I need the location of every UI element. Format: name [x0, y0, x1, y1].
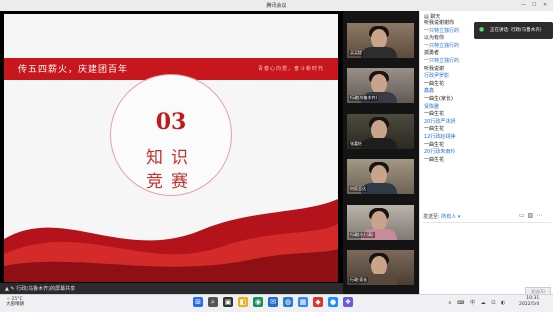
title-bar: 腾讯会议 — ☐ ✕ [0, 0, 553, 11]
chat-message: 贤陈雅 [424, 103, 440, 110]
banner-subtitle: 青春心向党，奋斗新时代 [258, 66, 325, 72]
chat-panel: ▤ 聊天 听我说谢谢你 一只特立独行的 以为有你 一只特立独行的 孤勇者 一只特… [419, 11, 553, 297]
chat-message: 以为有你 [424, 35, 445, 42]
participant-name: 行政(小) (高) [349, 232, 375, 238]
clock-date: 2022/5/4 [519, 302, 540, 307]
file-icon[interactable]: ▭ [519, 212, 528, 219]
send-to-dropdown[interactable]: 所有人 ▾ [441, 214, 460, 220]
banner-title: 传五四薪火，庆建团百年 [18, 65, 129, 75]
section-title-line1: 知识 [146, 148, 196, 168]
video-tile[interactable]: 张嘉怡 [347, 114, 414, 149]
taskbar-app-icon[interactable]: ◧ [238, 297, 248, 307]
taskbar: ☀ 25°C 大部晴朗 ⊞ ⌕ ▣ ◧ ◉ ✉ ◍ ▦ ◆ ● ❖ ∧ ⌨ 中 ☁ ⊡ ◐ 10:3… [0, 294, 553, 312]
video-tile[interactable]: 行政(乌鲁木齐) [347, 68, 414, 103]
send-to-label: 发送至: [423, 214, 440, 220]
close-button[interactable]: ✕ [543, 2, 547, 8]
video-tile[interactable]: 何家至达 [347, 159, 414, 194]
participant-video-panel[interactable]: 买买提 行政(乌鲁木齐) 张嘉怡 何家至达 行政(小) (高) 行政·家长 [343, 11, 419, 294]
chat-message: 12行政赵翊铮 [424, 133, 456, 140]
maximize-button[interactable]: ☐ [532, 2, 536, 8]
participant-name: 买买提 [349, 50, 363, 56]
chat-message: 鑫鑫 [424, 88, 435, 95]
weather-text: 大部晴朗 [6, 302, 24, 307]
minimize-button[interactable]: — [521, 2, 526, 8]
taskbar-app-icon[interactable]: ● [328, 297, 338, 307]
taskbar-app-icon[interactable]: ▣ [223, 297, 233, 307]
chat-message-list[interactable]: 听我说谢谢你 一只特立独行的 以为有你 一只特立独行的 孤勇者 一只特立独行的 … [424, 20, 478, 164]
presentation-slide: 传五四薪火，庆建团百年 青春心向党，奋斗新时代 03 知识 竞赛 [4, 14, 338, 282]
chat-message: 听我说谢谢你 [424, 20, 455, 26]
chat-message: 行政尹罗影 [424, 73, 450, 80]
share-status-text: ▲ ✎ 行政(乌鲁木齐)的屏幕共享 [5, 286, 76, 292]
section-number: 03 [155, 109, 187, 135]
chat-title: ▤ 聊天 [424, 14, 441, 20]
taskbar-app-icon[interactable]: ⊞ [193, 297, 203, 307]
video-tile[interactable]: 买买提 [347, 23, 414, 58]
chat-message: 一曲生花 [424, 126, 445, 133]
system-tray[interactable]: ∧ ⌨ 中 ☁ ⊡ ◐ [448, 299, 507, 306]
speaking-text: 正在讲话: 行政(乌鲁木齐) [490, 28, 542, 33]
screen-share-icon: ▲ ✎ [5, 286, 17, 292]
taskbar-app-icon[interactable]: ✉ [268, 297, 278, 307]
clock[interactable]: 10:31 2022/5/4 [519, 296, 539, 308]
chat-message: 20行政朱雨玲 [424, 149, 456, 156]
window-title: 腾讯会议 [266, 3, 287, 9]
taskbar-apps: ⊞ ⌕ ▣ ◧ ◉ ✉ ◍ ▦ ◆ ● ❖ [193, 297, 353, 309]
weather-widget[interactable]: ☀ 25°C 大部晴朗 [6, 297, 24, 307]
chat-message: 一只特立独行的 [424, 57, 460, 64]
send-to-selector[interactable]: 发送至: 所有人 ▾ [423, 213, 460, 220]
video-tile[interactable]: 行政·家长 [347, 250, 414, 285]
chat-message: 一曲生花 [424, 156, 445, 163]
section-title-line2: 竞赛 [146, 172, 196, 192]
taskbar-app-icon[interactable]: ▦ [298, 297, 308, 307]
more-icon[interactable]: ⋯ [536, 212, 545, 219]
video-tile[interactable]: 行政(小) (高) [347, 205, 414, 240]
participant-name: 何家至达 [349, 186, 367, 192]
chat-message: 一曲生花 [424, 111, 445, 118]
taskbar-app-icon[interactable]: ❖ [343, 297, 353, 307]
participant-name: 行政(乌鲁木齐) [349, 95, 379, 101]
participant-name: 张嘉怡 [349, 141, 363, 147]
microphone-icon: ● [479, 26, 485, 33]
taskbar-app-icon[interactable]: ⌕ [208, 297, 218, 307]
chat-tools[interactable]: ▭▨⋯ [519, 212, 545, 219]
chat-message: 孤勇者 [424, 50, 440, 57]
share-status-bar: ▲ ✎ 行政(乌鲁木齐)的屏幕共享 [0, 283, 343, 294]
taskbar-app-icon[interactable]: ◉ [253, 297, 263, 307]
speaking-indicator: ● 正在讲话: 行政(乌鲁木齐) [474, 22, 553, 39]
section-circle: 03 知识 竞赛 [110, 74, 232, 196]
participant-name: 行政·家长 [349, 277, 369, 283]
chat-message: 一曲生花 [424, 141, 445, 148]
taskbar-app-icon[interactable]: ◍ [283, 297, 293, 307]
taskbar-app-icon[interactable]: ◆ [313, 297, 323, 307]
chat-input[interactable] [423, 222, 551, 293]
chat-message: 一曲生(家长) [424, 95, 453, 102]
